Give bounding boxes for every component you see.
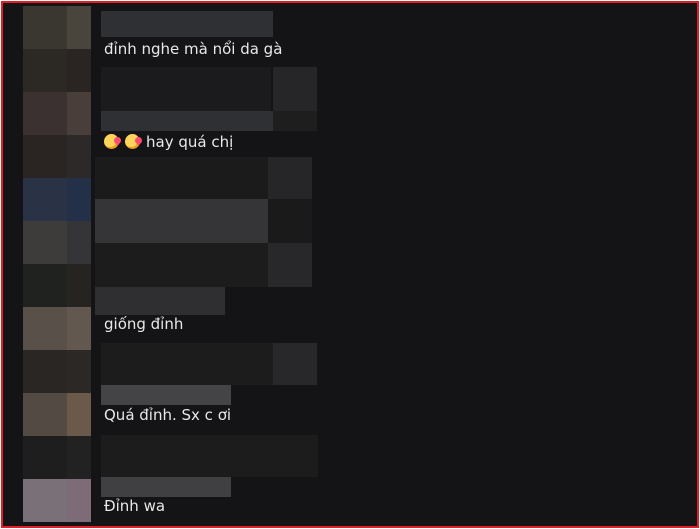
avatar-pixel	[23, 92, 67, 135]
comment-text-1: đỉnh nghe mà nổi da gà	[104, 40, 283, 58]
avatar-pixel	[23, 178, 67, 221]
avatar-pixel	[67, 178, 91, 221]
avatar-pixel	[23, 49, 67, 92]
avatar-pixel	[67, 479, 91, 522]
avatar-pixel	[67, 393, 91, 436]
avatar-pixel	[67, 264, 91, 307]
smiling-face-with-hearts-icon	[104, 134, 119, 149]
comment-text-4: Quá đỉnh. Sx c ơi	[104, 406, 232, 424]
blurred-block	[101, 385, 231, 405]
avatar-pixel	[67, 221, 91, 264]
blurred-block	[273, 343, 317, 385]
avatar-pixel	[67, 49, 91, 92]
blurred-block	[268, 243, 312, 287]
blurred-block	[101, 477, 231, 497]
avatar-pixel	[23, 393, 67, 436]
blurred-block	[95, 199, 270, 243]
blurred-block	[101, 343, 273, 385]
blurred-block	[273, 67, 317, 111]
avatar-pixel	[67, 350, 91, 393]
avatar-pixel	[23, 436, 67, 479]
avatar-pixel	[67, 307, 91, 350]
avatar-pixel	[23, 221, 67, 264]
avatar-pixel	[67, 135, 91, 178]
avatar-column	[23, 6, 93, 523]
comment-text-2-label: hay quá chị	[146, 133, 234, 151]
blurred-block	[268, 199, 312, 243]
blurred-block	[273, 111, 317, 131]
comment-text-5: Đỉnh wa	[104, 497, 166, 515]
comment-panel: đỉnh nghe mà nổi da gà hay quá chị giống…	[1, 1, 699, 528]
blurred-block	[95, 287, 225, 315]
avatar-pixel	[67, 92, 91, 135]
comment-text-2: hay quá chị	[104, 133, 233, 151]
smiling-face-with-hearts-icon	[125, 134, 140, 149]
avatar-pixel	[67, 436, 91, 479]
avatar-pixel	[23, 307, 67, 350]
avatar-pixel	[23, 135, 67, 178]
avatar-pixel	[23, 479, 67, 522]
blurred-block	[101, 111, 273, 131]
blurred-block	[268, 157, 312, 199]
avatar-pixel	[67, 6, 91, 49]
blurred-block	[101, 435, 318, 477]
avatar-pixel	[23, 264, 67, 307]
blurred-block	[95, 243, 270, 287]
comment-text-3: giống đỉnh	[104, 315, 184, 333]
avatar-pixel	[23, 350, 67, 393]
avatar-pixel	[23, 6, 67, 49]
blurred-block	[101, 11, 273, 37]
blurred-block	[101, 67, 271, 111]
